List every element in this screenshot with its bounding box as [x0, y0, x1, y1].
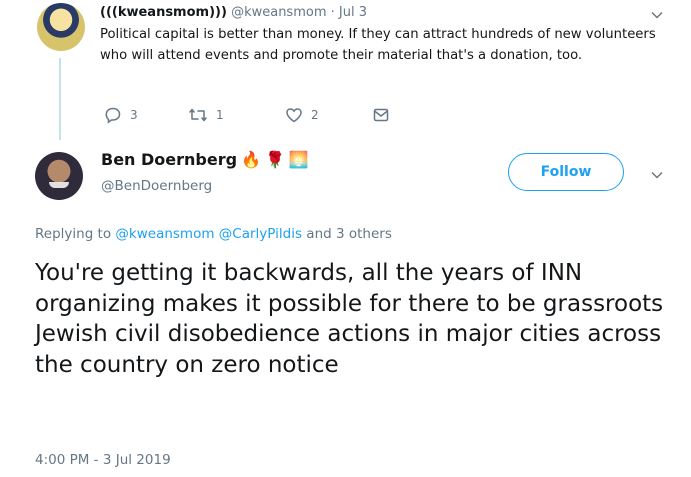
rose-emoji: 🌹: [264, 149, 285, 169]
parent-tweet[interactable]: (((kweansmom))) @kweansmom · Jul 3 Polit…: [0, 0, 691, 140]
reply-count: 3: [130, 108, 138, 122]
fire-emoji: 🔥: [241, 149, 261, 169]
author-avatar[interactable]: [35, 152, 83, 200]
parent-header: (((kweansmom))) @kweansmom · Jul 3: [100, 5, 367, 20]
thread-line: [59, 58, 61, 140]
parent-handle[interactable]: @kweansmom: [231, 5, 326, 20]
author-handle[interactable]: @BenDoernberg: [101, 178, 212, 194]
retweet-count: 1: [216, 108, 224, 122]
heart-icon: [285, 106, 303, 124]
envelope-icon: [372, 106, 390, 124]
author-display-name[interactable]: Ben Doernberg: [101, 150, 237, 169]
retweet-icon: [188, 106, 208, 124]
parent-tweet-text: Political capital is better than money. …: [100, 27, 656, 63]
like-button[interactable]: 2: [285, 106, 319, 124]
parent-display-name[interactable]: (((kweansmom))): [100, 5, 227, 20]
like-count: 2: [311, 108, 319, 122]
parent-date[interactable]: Jul 3: [339, 5, 367, 20]
tweet-text: You're getting it backwards, all the yea…: [35, 260, 664, 378]
author-name-row: Ben Doernberg 🔥 🌹 🌅: [101, 150, 309, 169]
direct-message-button[interactable]: [372, 106, 390, 124]
retweet-button[interactable]: 1: [188, 106, 224, 124]
tweet-more-chevron-icon[interactable]: [650, 168, 664, 182]
replying-user-link[interactable]: @kweansmom: [115, 226, 214, 242]
reply-icon: [104, 106, 122, 124]
sunrise-emoji: 🌅: [288, 149, 309, 169]
reply-button[interactable]: 3: [104, 106, 138, 124]
replying-others[interactable]: and 3 others: [306, 226, 392, 242]
parent-more-chevron-icon[interactable]: [650, 8, 664, 22]
parent-separator: ·: [330, 5, 335, 20]
replying-user-link[interactable]: @CarlyPildis: [219, 226, 302, 242]
replying-to-line: Replying to @kweansmom @CarlyPildis and …: [35, 226, 392, 242]
main-tweet: Ben Doernberg 🔥 🌹 🌅 @BenDoernberg Follow…: [0, 140, 691, 477]
parent-avatar[interactable]: [37, 3, 85, 51]
follow-button[interactable]: Follow: [508, 153, 624, 191]
tweet-timestamp[interactable]: 4:00 PM - 3 Jul 2019: [35, 452, 171, 468]
replying-prefix: Replying to: [35, 226, 112, 242]
